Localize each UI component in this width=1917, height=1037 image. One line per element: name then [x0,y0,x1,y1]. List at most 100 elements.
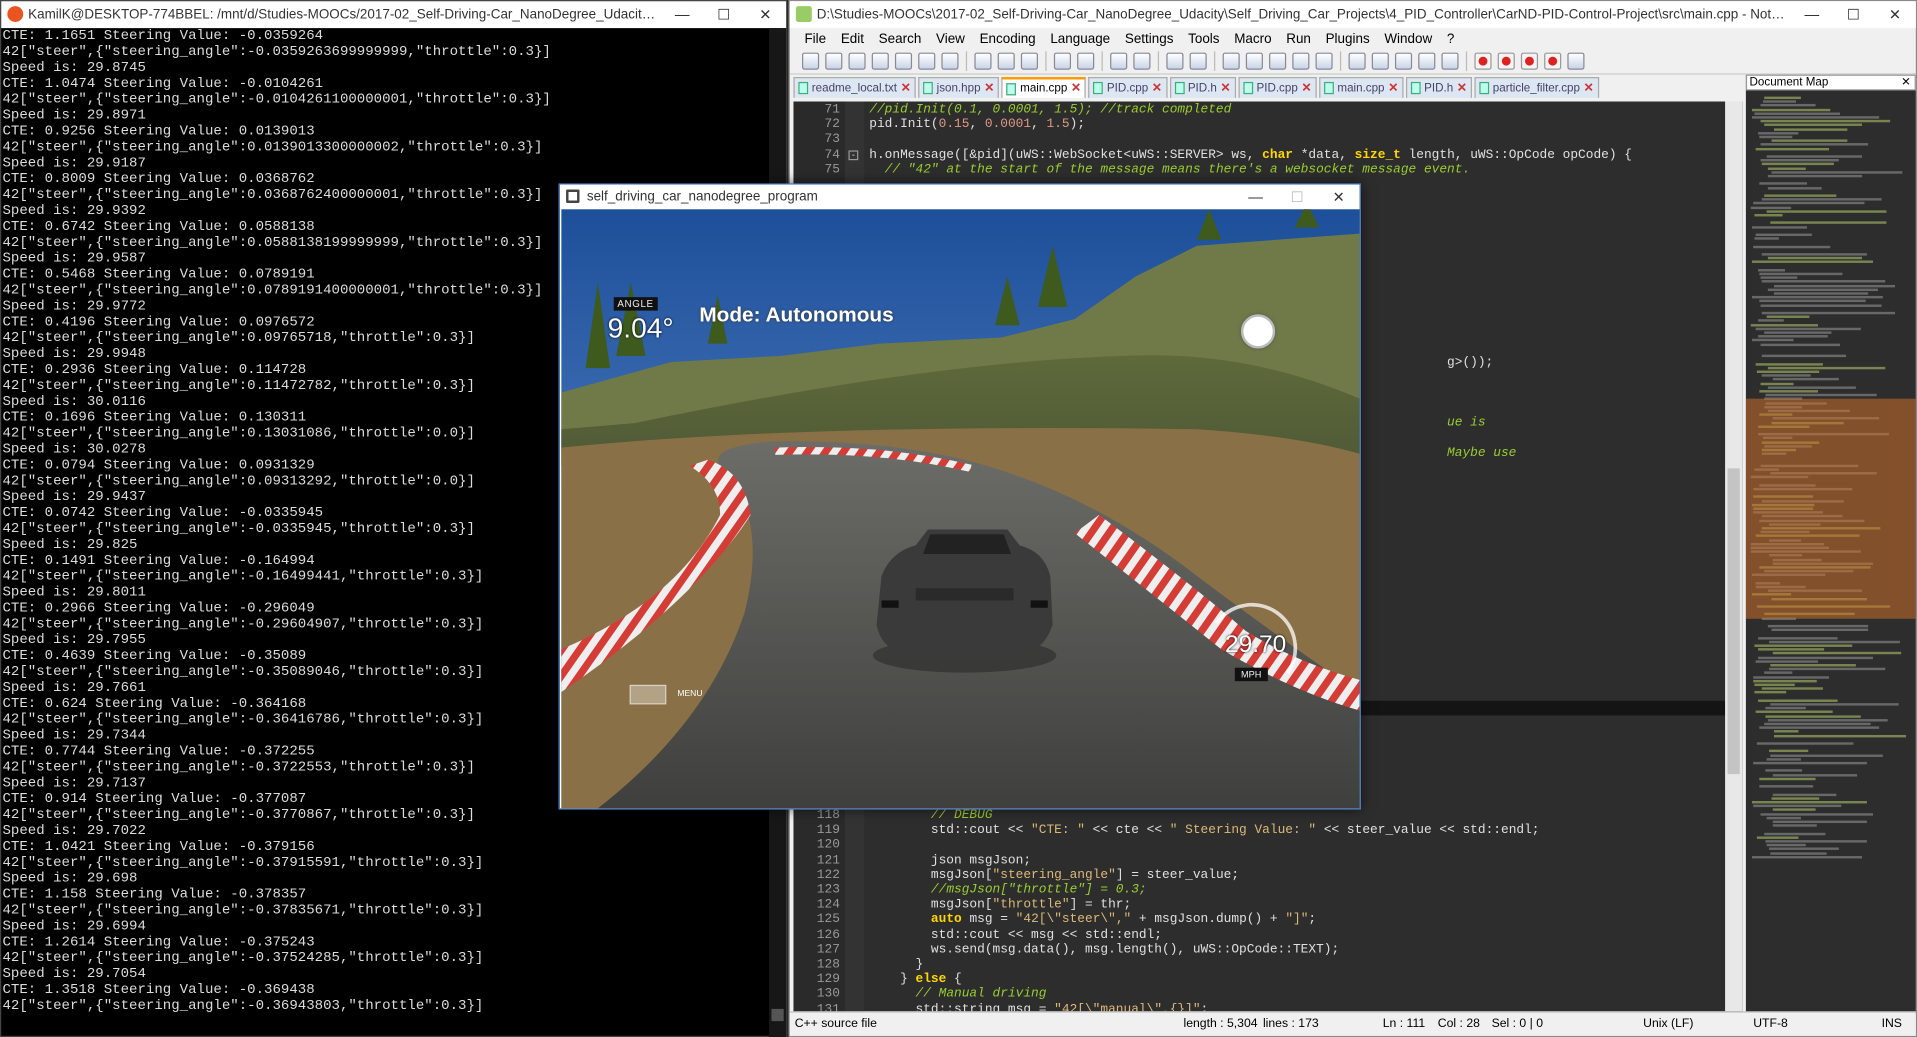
minimize-button[interactable]: — [1235,185,1277,209]
document-map-line [1758,648,1825,651]
file-tab[interactable]: PID.h ✕ [1169,77,1236,98]
save-icon[interactable] [848,52,866,70]
close-button[interactable]: ✕ [745,1,787,28]
menu-item[interactable]: Run [1279,31,1318,46]
open-file-icon[interactable] [825,52,843,70]
print-icon[interactable] [941,52,959,70]
file-tab[interactable]: main.cpp ✕ [1001,77,1087,98]
zoom-in-icon[interactable] [1166,52,1184,70]
copy-icon[interactable] [997,52,1015,70]
menu-item[interactable]: Macro [1227,31,1279,46]
menu-item[interactable]: Search [871,31,928,46]
file-tab[interactable]: main.cpp ✕ [1319,77,1404,98]
file-tab[interactable]: json.hpp ✕ [918,77,1000,98]
maximize-button[interactable]: ☐ [1276,185,1318,209]
document-map-line [1772,824,1817,827]
close-button[interactable]: ✕ [1318,185,1360,209]
menu-button[interactable]: MENU [677,690,702,699]
menu-item[interactable]: File [797,31,833,46]
menu-item[interactable]: Encoding [972,31,1043,46]
save-macro-icon[interactable] [1567,52,1585,70]
close-button[interactable]: ✕ [1874,1,1916,28]
new-file-icon[interactable] [802,52,820,70]
indent-guide-icon[interactable] [1315,52,1333,70]
redo-icon[interactable] [1077,52,1095,70]
editor-scrollbar[interactable] [1725,101,1743,1012]
menu-item[interactable]: Tools [1181,31,1227,46]
menu-item[interactable]: View [929,31,973,46]
document-map-panel[interactable]: Document Map ✕ [1745,74,1916,1014]
play-icon[interactable] [1520,52,1539,70]
tab-close-icon[interactable]: ✕ [1221,81,1231,94]
fold-toggle-icon[interactable]: - [848,150,859,161]
document-map-line [1764,96,1801,100]
scrollbar-thumb[interactable] [1727,468,1740,775]
maximize-button[interactable]: ☐ [703,1,745,28]
menu-item[interactable]: Edit [833,31,871,46]
status-sel: Sel : 0 | 0 [1491,1017,1544,1031]
func-list-icon[interactable] [1394,52,1413,70]
menu-item[interactable]: Language [1043,31,1118,46]
close-all-icon[interactable] [918,52,936,70]
simulator-viewport[interactable]: ANGLE 9.04° Mode: Autonomous 29.70 MPH M… [561,209,1360,809]
tab-label: readme_local.txt [811,81,898,95]
file-tab[interactable]: readme_local.txt ✕ [793,77,916,98]
menu-item[interactable]: Window [1377,31,1440,46]
simulator-window[interactable]: self_driving_car_nanodegree_program — ☐ … [558,183,1361,810]
tab-close-icon[interactable]: ✕ [1301,81,1311,94]
minimize-button[interactable]: — [661,1,703,28]
terminal-titlebar[interactable]: KamilK@DESKTOP-774BBEL: /mnt/d/Studies-M… [1,1,787,29]
record-icon[interactable] [1474,52,1492,70]
file-tab[interactable]: PID.h ✕ [1405,77,1473,98]
tab-close-icon[interactable]: ✕ [1584,81,1594,94]
wrap-icon[interactable] [1269,52,1287,70]
maximize-button[interactable]: ☐ [1833,1,1875,28]
play-multi-icon[interactable] [1544,52,1562,70]
menu-button-icon[interactable] [629,684,667,705]
close-icon[interactable]: ✕ [1901,76,1914,89]
zoom-out-icon[interactable] [1189,52,1207,70]
file-tab[interactable]: particle_filter.cpp ✕ [1474,77,1599,98]
tab-close-icon[interactable]: ✕ [1388,81,1398,94]
close-icon[interactable] [894,52,913,70]
code-line: //pid.Init(0.1, 0.0001, 1.5); //track co… [869,102,1232,118]
sync-h-icon[interactable] [1245,52,1263,70]
tab-close-icon[interactable]: ✕ [901,81,911,94]
menu-item[interactable]: Settings [1118,31,1181,46]
doc-map-icon[interactable] [1371,52,1389,70]
replace-icon[interactable] [1133,52,1151,70]
simulator-titlebar[interactable]: self_driving_car_nanodegree_program — ☐ … [559,184,1360,210]
find-icon[interactable] [1110,52,1128,70]
notepadpp-titlebar[interactable]: D:\Studies-MOOCs\2017-02_Self-Driving-Ca… [789,1,1916,29]
terminal-line: CTE: 1.2614 Steering Value: -0.375243 [2,934,315,951]
save-all-icon[interactable] [871,52,889,70]
cut-icon[interactable] [974,52,992,70]
document-map-line [1764,194,1837,197]
stop-icon[interactable] [1497,52,1515,70]
tab-close-icon[interactable]: ✕ [1152,81,1162,94]
record-indicator-icon[interactable] [1240,314,1276,349]
all-chars-icon[interactable] [1292,52,1310,70]
monitor-icon[interactable] [1441,52,1459,70]
document-map-line [1754,237,1779,240]
document-map-line [1771,170,1903,174]
document-map-line [1750,323,1819,327]
menu-item[interactable]: ? [1440,31,1462,46]
fold-icon[interactable] [1348,52,1366,70]
menu-item[interactable]: Plugins [1318,31,1377,46]
file-tab[interactable]: PID.cpp ✕ [1088,77,1168,98]
document-map-line [1751,339,1794,342]
file-tab[interactable]: PID.cpp ✕ [1238,77,1317,98]
tab-close-icon[interactable]: ✕ [1457,81,1467,94]
sync-v-icon[interactable] [1222,52,1240,70]
tab-close-icon[interactable]: ✕ [984,81,994,94]
paste-icon[interactable] [1020,52,1038,70]
folder-icon[interactable] [1418,52,1436,70]
document-map-line [1759,785,1814,788]
document-map-viewport[interactable] [1745,398,1916,619]
undo-icon[interactable] [1053,52,1071,70]
scrollbar-thumb[interactable] [771,1008,784,1022]
tab-close-icon[interactable]: ✕ [1071,82,1081,95]
document-map-line [1772,773,1858,777]
minimize-button[interactable]: — [1791,1,1833,28]
